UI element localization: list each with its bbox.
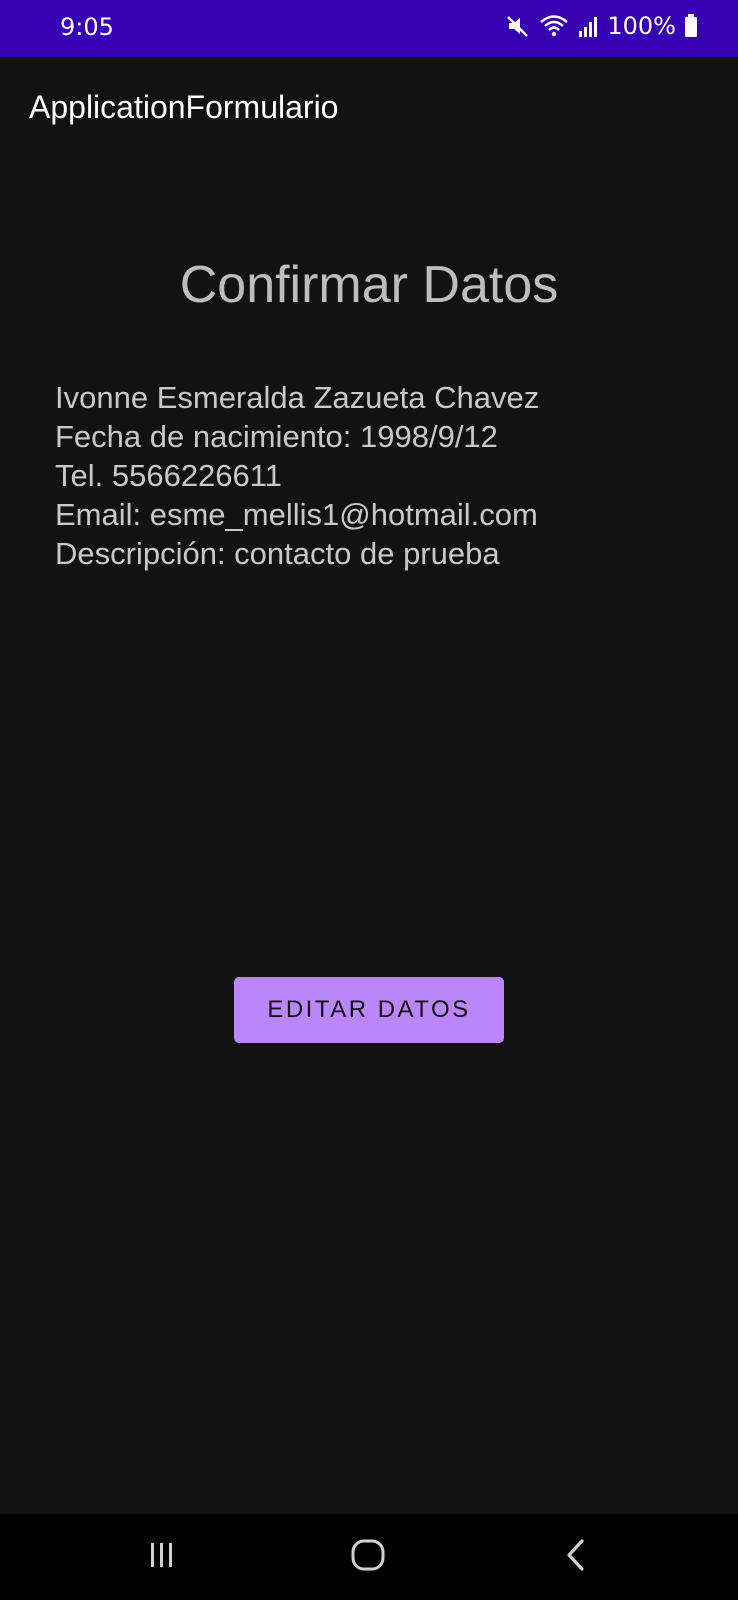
home-button[interactable] [338,1534,398,1580]
battery-percent: 100% [607,12,676,40]
home-icon [350,1538,386,1577]
app-title: ApplicationFormulario [29,89,339,125]
recents-icon [145,1540,179,1575]
back-button[interactable] [546,1534,606,1580]
status-time: 9:05 [60,13,114,41]
detail-email: Email: esme_mellis1@hotmail.com [55,497,538,532]
navigation-bar [0,1514,738,1600]
app-bar: ApplicationFormulario [0,57,738,157]
status-icons: 100% [505,12,698,40]
detail-phone: Tel. 5566226611 [55,458,282,493]
signal-icon [577,13,599,39]
page-title: Confirmar Datos [179,256,559,314]
contact-details: Ivonne Esmeralda Zazueta Chavez Fecha de… [55,378,539,573]
back-icon [563,1538,589,1577]
recents-button[interactable] [132,1534,192,1580]
edit-data-button[interactable]: EDITAR DATOS [234,977,504,1043]
detail-name: Ivonne Esmeralda Zazueta Chavez [55,380,540,415]
status-bar: 9:05 100% [0,0,738,57]
battery-icon [684,13,698,39]
mute-icon [505,13,531,39]
detail-description: Descripción: contacto de prueba [55,536,500,571]
detail-birthdate: Fecha de nacimiento: 1998/9/12 [55,419,498,454]
wifi-icon [539,13,569,39]
